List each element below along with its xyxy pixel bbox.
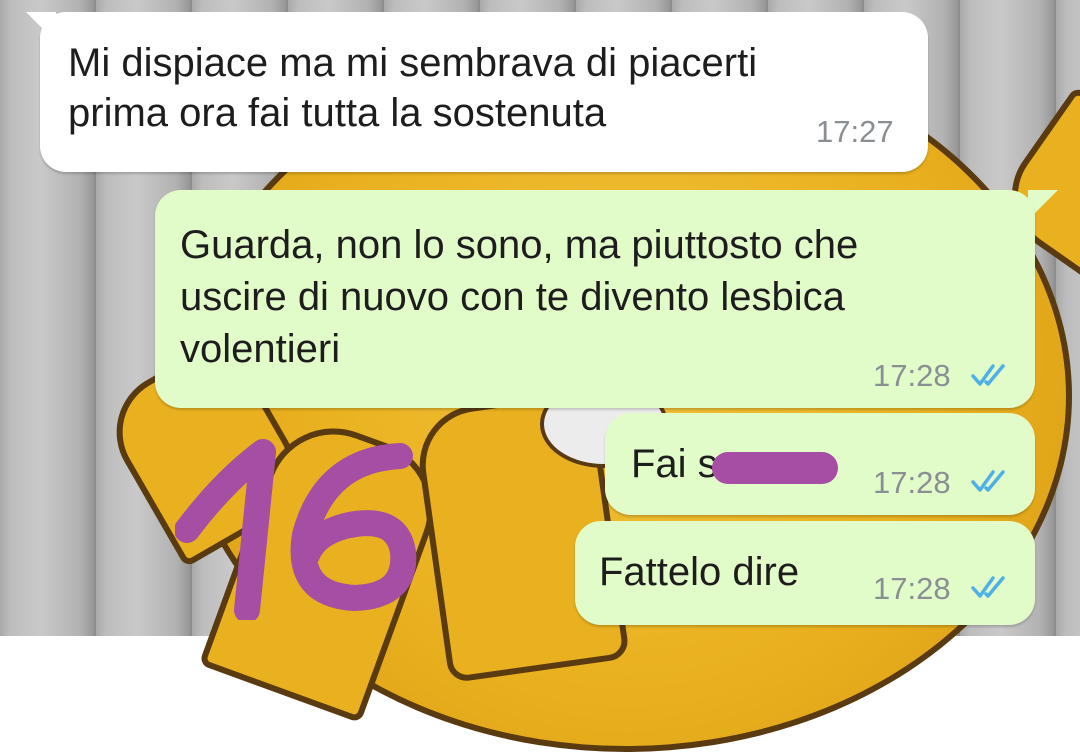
message-text: Fattelo dire — [599, 550, 800, 594]
incoming-message-bubble[interactable]: Mi dispiace ma mi sembrava di piacerti p… — [40, 12, 928, 172]
message-text: Fai s — [631, 442, 718, 486]
outgoing-message-bubble[interactable]: Fattelo dire 17:28 — [575, 521, 1035, 625]
message-timestamp: 17:27 — [816, 114, 894, 149]
redaction-mark — [712, 452, 838, 484]
read-ticks-icon — [971, 470, 1005, 492]
message-text-line: Guarda, non lo sono, ma piuttosto che — [180, 223, 859, 267]
handwritten-number-annotation — [175, 439, 417, 620]
read-ticks-icon — [971, 364, 1005, 386]
message-text-line: volentieri — [180, 327, 341, 371]
message-text-line: uscire di nuovo con te divento lesbica — [180, 275, 845, 319]
read-ticks-icon — [971, 576, 1005, 598]
message-text-line: prima ora fai tutta la sostenuta — [68, 91, 607, 135]
message-timestamp: 17:28 — [873, 571, 951, 606]
message-text-line: Mi dispiace ma mi sembrava di piacerti — [68, 41, 758, 85]
outgoing-message-bubble[interactable]: Guarda, non lo sono, ma piuttosto che us… — [155, 190, 1035, 408]
message-timestamp: 17:28 — [873, 465, 951, 500]
message-timestamp: 17:28 — [873, 358, 951, 393]
